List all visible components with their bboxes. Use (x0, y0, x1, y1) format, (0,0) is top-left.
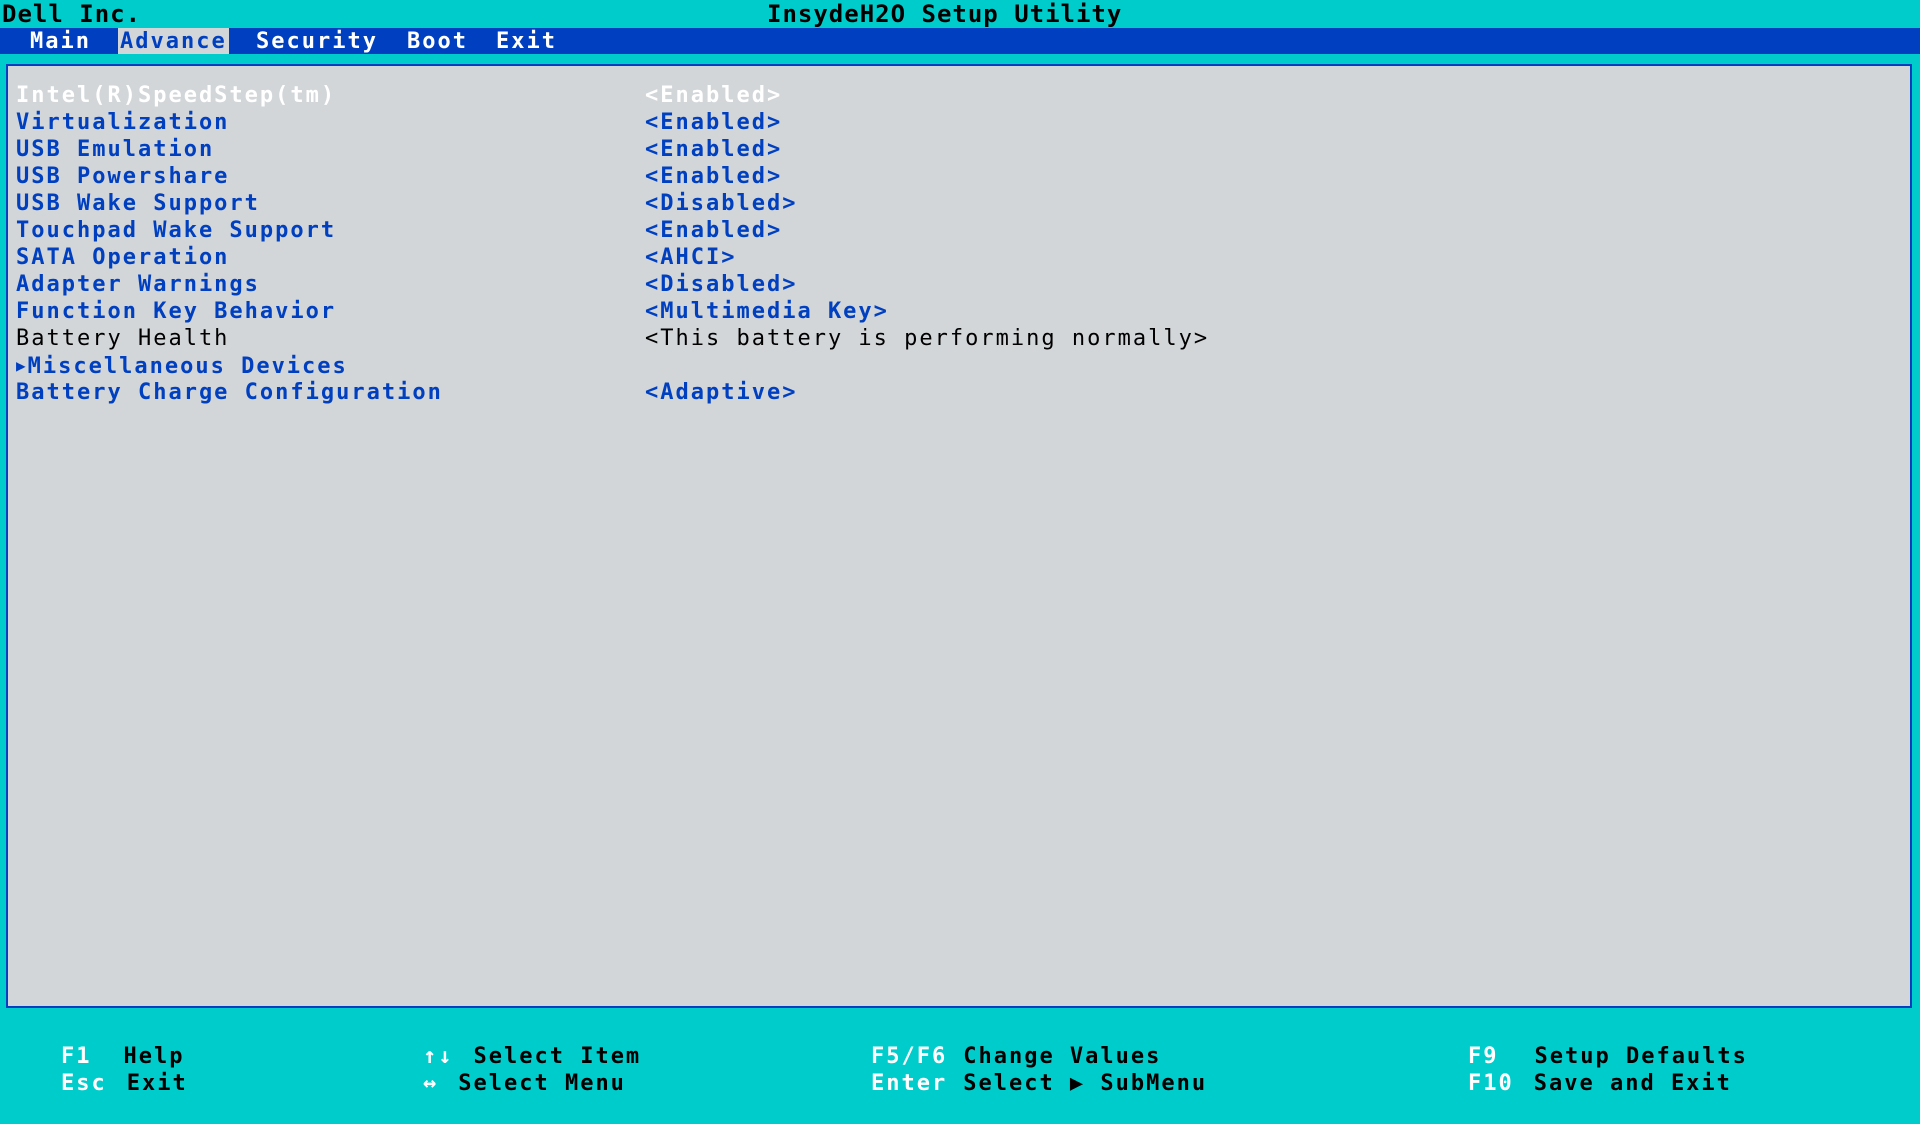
hotkey-select-submenu: Enter Select ▶ SubMenu (810, 1043, 1207, 1124)
hotkey-save-exit: F10 Save and Exit (1407, 1043, 1732, 1124)
setting-row-usb-wake-support[interactable]: USB Wake Support <Disabled> (8, 190, 1908, 217)
setting-label[interactable]: Touchpad Wake Support (16, 217, 336, 244)
vendor-name: Dell Inc. (2, 0, 142, 28)
menu-bar: Main Advance Security Boot Exit (0, 28, 1920, 54)
setting-label[interactable]: USB Powershare (16, 163, 229, 190)
setting-label[interactable]: Battery Charge Configuration (16, 379, 443, 406)
submenu-arrow-icon: ▶ (16, 356, 28, 375)
title-bar: Dell Inc. InsydeH2O Setup Utility (0, 0, 1920, 28)
setting-row-adapter-warnings[interactable]: Adapter Warnings <Disabled> (8, 271, 1908, 298)
setting-row-miscellaneous-devices[interactable]: ▶Miscellaneous Devices (8, 352, 1908, 379)
hotkey-desc: Save and Exit (1533, 1071, 1732, 1096)
setting-value[interactable]: <Enabled> (645, 163, 782, 190)
setting-row-virtualization[interactable]: Virtualization <Enabled> (8, 109, 1908, 136)
setting-value[interactable]: <Adaptive> (645, 379, 797, 406)
utility-title: InsydeH2O Setup Utility (767, 0, 1123, 28)
submenu-label-text: Miscellaneous Devices (27, 354, 348, 379)
hotkey-desc: Select ▶ SubMenu (963, 1071, 1208, 1096)
setting-row-usb-powershare[interactable]: USB Powershare <Enabled> (8, 163, 1908, 190)
hotkey-footer: F1 Help Esc Exit ↑↓ Select Item ↔ Select Men… (0, 1012, 1920, 1096)
setting-row-battery-charge-configuration[interactable]: Battery Charge Configuration <Adaptive> (8, 379, 1908, 406)
setting-label[interactable]: Adapter Warnings (16, 271, 260, 298)
left-right-arrows-icon: ↔ (422, 1071, 439, 1096)
settings-panel: Intel(R)SpeedStep(tm) <Enabled> Virtuali… (6, 64, 1912, 1008)
setting-value[interactable]: <Enabled> (645, 109, 782, 136)
setting-row-touchpad-wake-support[interactable]: Touchpad Wake Support <Enabled> (8, 217, 1908, 244)
hotkey-key: F10 (1467, 1071, 1514, 1096)
setting-value[interactable]: <Enabled> (645, 217, 782, 244)
setting-value[interactable]: <Multimedia Key> (645, 298, 889, 325)
setting-value[interactable]: <AHCI> (645, 244, 736, 271)
setting-value[interactable]: <Enabled> (645, 136, 782, 163)
setting-value[interactable]: <Enabled> (645, 82, 782, 109)
setting-label[interactable]: USB Emulation (16, 136, 214, 163)
hotkey-select-menu: ↔ Select Menu (362, 1043, 626, 1124)
setting-value[interactable]: <Disabled> (645, 190, 797, 217)
hotkey-key: Enter (870, 1071, 948, 1096)
tab-exit[interactable]: Exit (494, 28, 559, 54)
tab-advance[interactable]: Advance (118, 28, 229, 54)
setting-row-sata-operation[interactable]: SATA Operation <AHCI> (8, 244, 1908, 271)
setting-row-speedstep[interactable]: Intel(R)SpeedStep(tm) <Enabled> (8, 82, 1908, 109)
setting-label: Battery Health (16, 326, 230, 351)
setting-value: <This battery is performing normally> (645, 326, 1210, 351)
submenu-label[interactable]: ▶Miscellaneous Devices (16, 352, 348, 380)
setting-label[interactable]: SATA Operation (16, 244, 229, 271)
tab-main[interactable]: Main (28, 28, 93, 54)
setting-row-usb-emulation[interactable]: USB Emulation <Enabled> (8, 136, 1908, 163)
hotkey-key: Esc (60, 1071, 107, 1096)
tab-security[interactable]: Security (254, 28, 380, 54)
setting-row-function-key-behavior[interactable]: Function Key Behavior <Multimedia Key> (8, 298, 1908, 325)
hotkey-desc: Select Menu (458, 1071, 626, 1096)
tab-boot[interactable]: Boot (405, 28, 470, 54)
hotkey-exit: Esc Exit (0, 1043, 188, 1124)
setting-label[interactable]: Intel(R)SpeedStep(tm) (16, 82, 336, 109)
setting-label[interactable]: Function Key Behavior (16, 298, 336, 325)
setting-label[interactable]: USB Wake Support (16, 190, 260, 217)
setting-row-battery-health: Battery Health <This battery is performi… (8, 325, 1908, 352)
hotkey-desc: Exit (126, 1071, 188, 1096)
setting-label[interactable]: Virtualization (16, 109, 229, 136)
setting-value[interactable]: <Disabled> (645, 271, 797, 298)
